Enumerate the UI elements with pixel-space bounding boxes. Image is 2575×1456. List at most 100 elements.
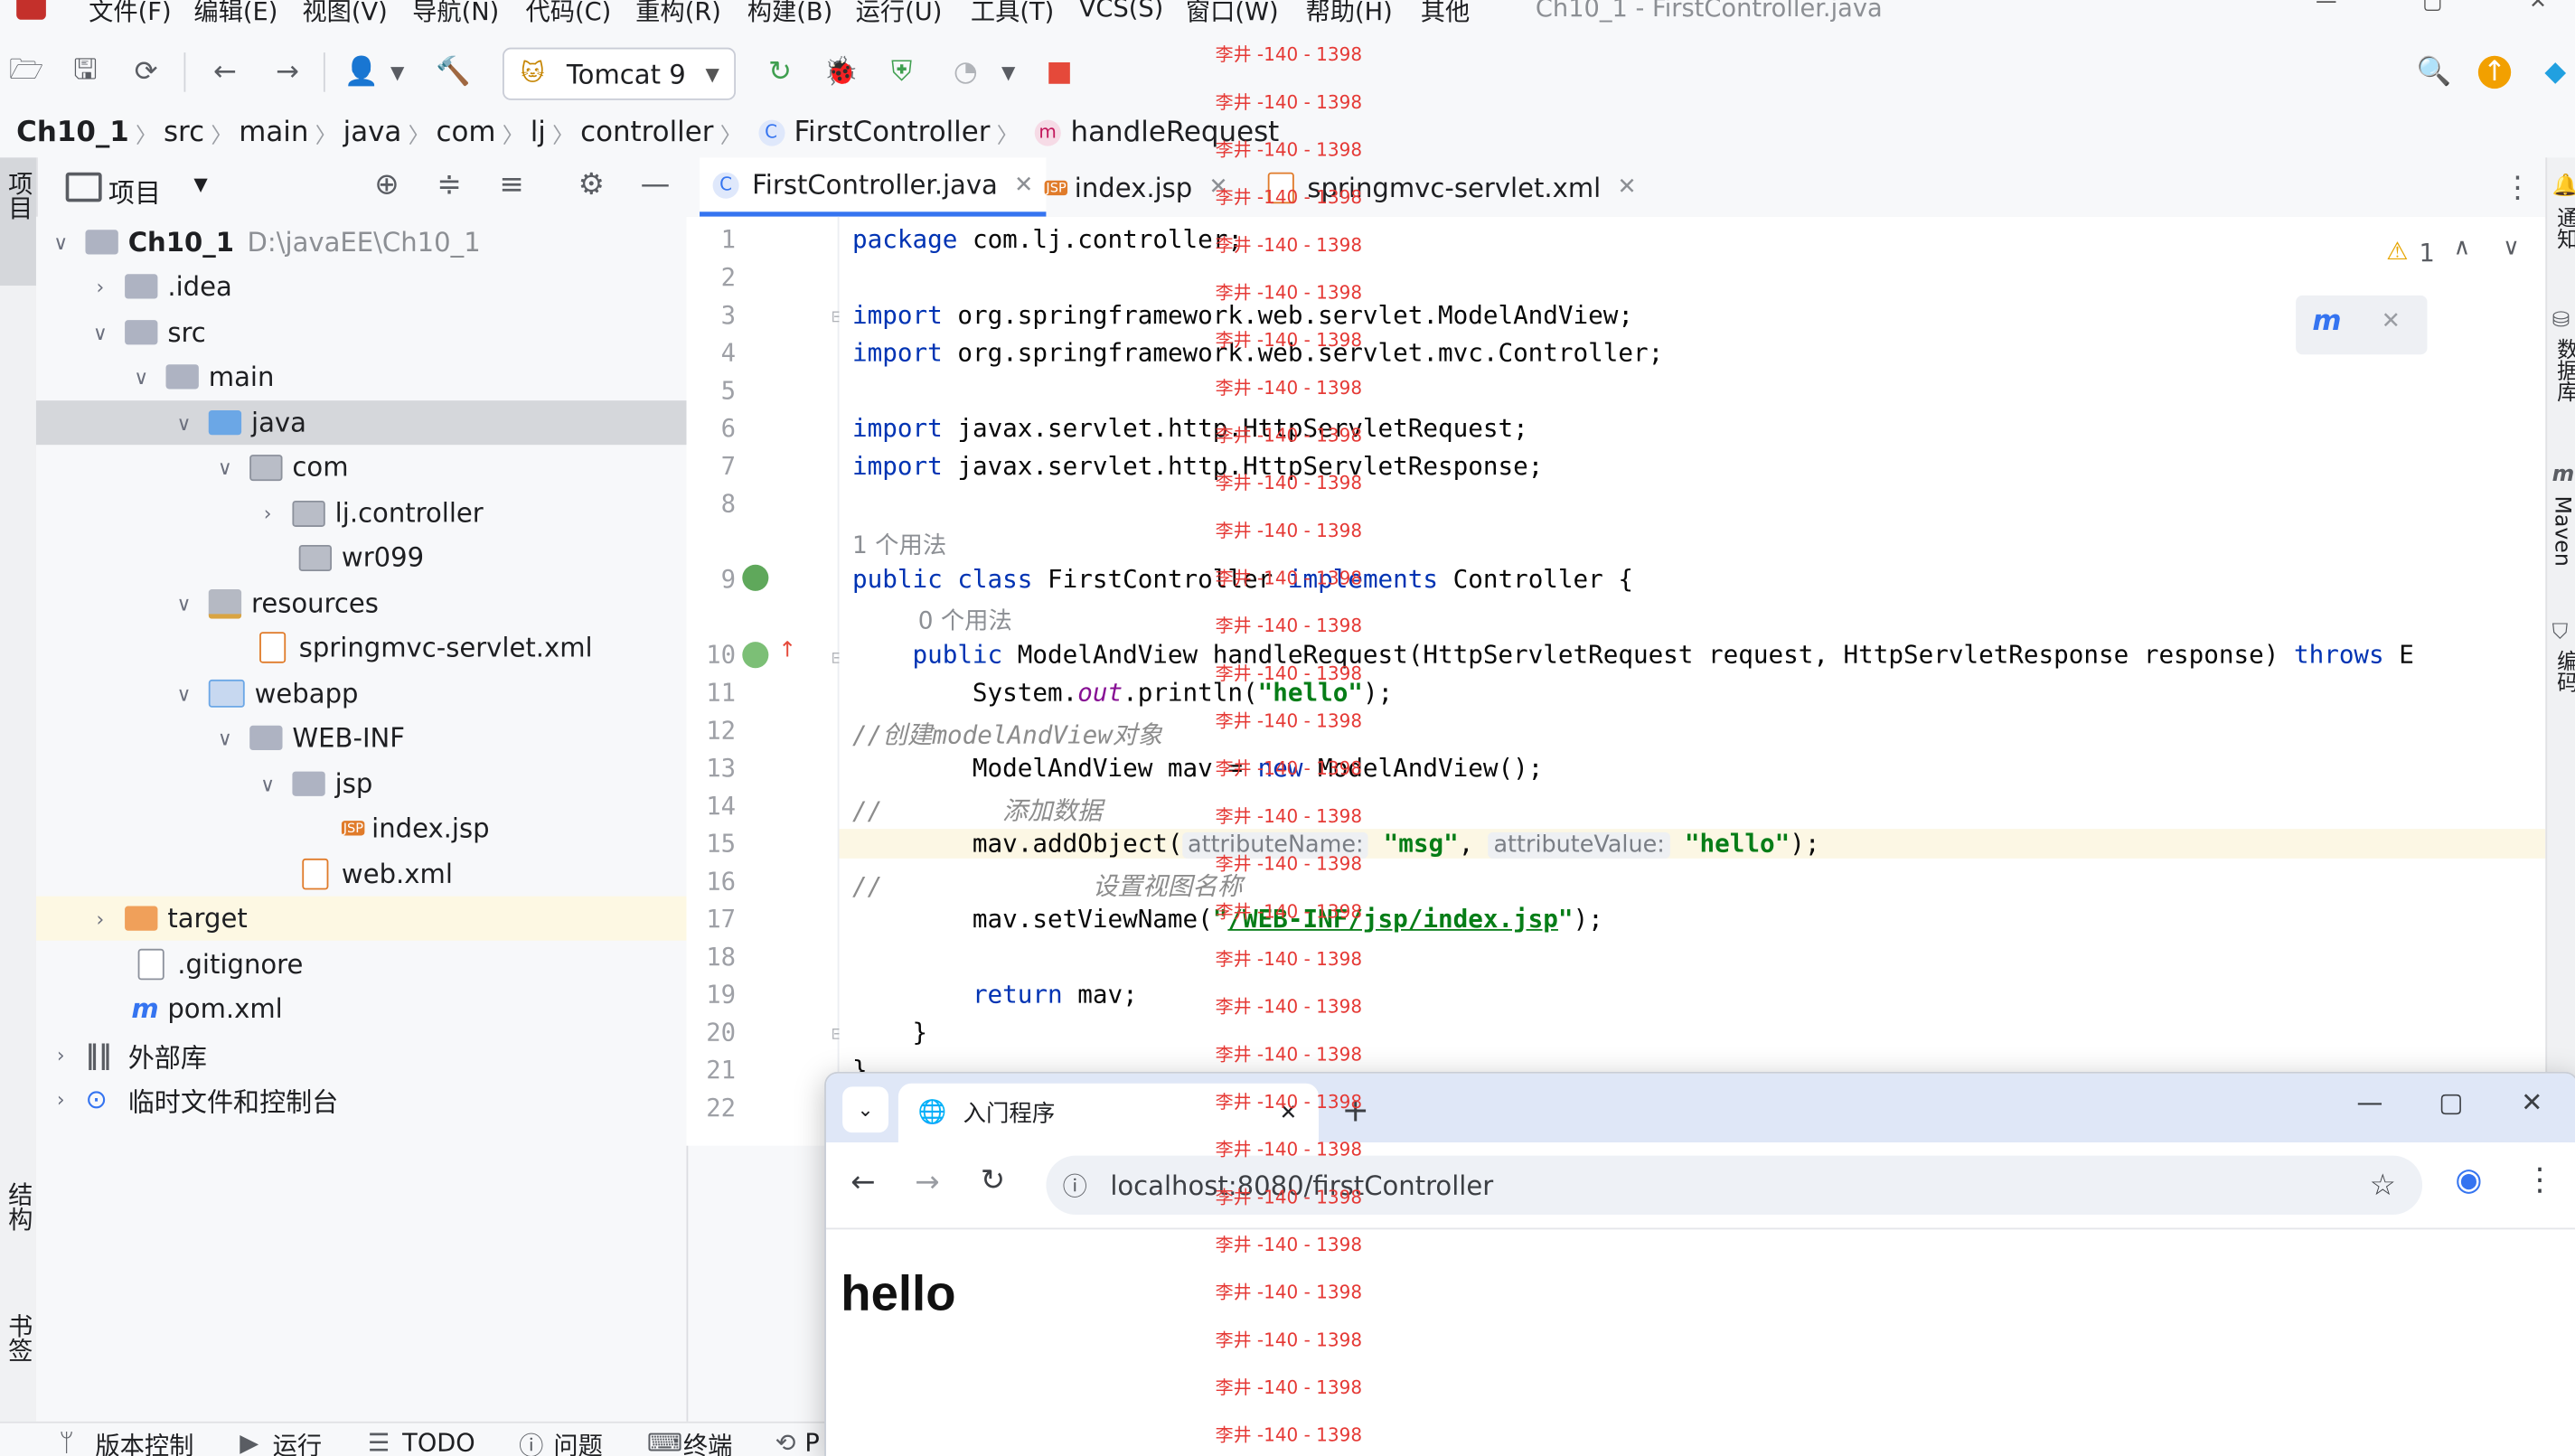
project-panel-title[interactable]: 项目 bbox=[108, 171, 161, 211]
chevron-down-icon[interactable]: ▼ bbox=[193, 174, 207, 196]
forward-arrow-icon[interactable]: → bbox=[271, 56, 304, 89]
tab-index-jsp[interactable]: JSP index.jsp ✕ bbox=[1044, 157, 1228, 216]
chevron-down-icon[interactable]: ∨ bbox=[50, 230, 72, 253]
warning-icon[interactable]: ⚠ bbox=[2386, 237, 2408, 267]
spring-bean-icon[interactable] bbox=[742, 564, 769, 591]
menu-build[interactable]: 构建(B) bbox=[747, 0, 832, 28]
ai-assistant-icon[interactable]: ◆ bbox=[2539, 56, 2571, 89]
build-hammer-icon[interactable]: 🔨 bbox=[436, 56, 470, 89]
run-config-selector[interactable]: 🐱 Tomcat 9 ▼ bbox=[503, 47, 737, 100]
locate-target-icon[interactable]: ⊕ bbox=[374, 167, 399, 202]
chevron-down-icon[interactable]: ∨ bbox=[256, 773, 278, 795]
chevron-down-icon[interactable]: ∨ bbox=[173, 682, 195, 705]
tree-item[interactable]: › ⊙ 临时文件和控制台 bbox=[36, 1076, 687, 1121]
next-highlight-icon[interactable]: ∨ bbox=[2503, 235, 2520, 261]
tree-item[interactable]: ∨ jsp bbox=[36, 762, 687, 806]
chevron-down-icon[interactable]: ∨ bbox=[173, 592, 195, 615]
chevron-right-icon[interactable]: › bbox=[50, 1087, 72, 1110]
chevron-right-icon[interactable]: › bbox=[89, 906, 111, 929]
breadcrumb-item[interactable]: main bbox=[239, 117, 308, 149]
tree-item[interactable]: › ‖‖ 外部库 bbox=[36, 1032, 687, 1076]
debug-bug-icon[interactable]: 🐞 bbox=[823, 56, 858, 89]
tree-item[interactable]: wr099 bbox=[36, 535, 687, 579]
tree-item[interactable]: web.xml bbox=[36, 852, 687, 897]
maximize-icon[interactable]: ▢ bbox=[2439, 1086, 2463, 1118]
tab-search-chevron-icon[interactable]: ⌄ bbox=[842, 1086, 888, 1133]
maven-reload-icon[interactable]: m bbox=[2312, 305, 2341, 338]
bookmarks-tool-button[interactable]: 书签 bbox=[4, 1313, 38, 1362]
profile-icon[interactable]: ◔ bbox=[949, 56, 982, 89]
tab-firstcontroller[interactable]: C FirstController.java ✕ bbox=[700, 157, 1047, 217]
sync-icon[interactable]: ⟳ bbox=[130, 56, 163, 89]
save-icon[interactable]: 🖫 bbox=[69, 53, 101, 89]
breadcrumb-item[interactable]: java bbox=[343, 117, 402, 149]
tree-item[interactable]: .gitignore bbox=[36, 942, 687, 986]
tree-item[interactable]: ∨ WEB-INF bbox=[36, 716, 687, 760]
breadcrumb-item[interactable]: src bbox=[164, 117, 204, 149]
rerun-icon[interactable]: ↻ bbox=[764, 56, 796, 89]
menu-file[interactable]: 文件(F) bbox=[89, 0, 171, 28]
forward-arrow-icon[interactable]: → bbox=[915, 1166, 939, 1200]
chevron-down-icon[interactable]: ∨ bbox=[89, 321, 111, 343]
profiler-tool-button[interactable]: P bbox=[804, 1428, 819, 1456]
profile-avatar-icon[interactable]: ◉ bbox=[2455, 1162, 2482, 1198]
menu-view[interactable]: 视图(V) bbox=[302, 0, 387, 28]
coverage-tool-button[interactable]: 编码 bbox=[2549, 650, 2575, 692]
back-arrow-icon[interactable]: ← bbox=[209, 56, 241, 89]
run-tool-button[interactable]: 运行 bbox=[273, 1428, 323, 1456]
bookmark-star-icon[interactable]: ☆ bbox=[2370, 1168, 2396, 1202]
terminal-tool-button[interactable]: 终端 bbox=[683, 1428, 733, 1456]
chevron-down-icon[interactable]: ▼ bbox=[991, 56, 1024, 89]
hide-panel-icon[interactable]: — bbox=[641, 167, 671, 202]
implements-method-icon[interactable]: ↑ bbox=[778, 639, 796, 663]
menu-refactor[interactable]: 重构(R) bbox=[635, 0, 721, 28]
chevron-down-icon[interactable]: ∨ bbox=[213, 727, 236, 749]
menu-help[interactable]: 帮助(H) bbox=[1306, 0, 1393, 28]
menu-code[interactable]: 代码(C) bbox=[525, 0, 611, 28]
gear-icon[interactable]: ⚙ bbox=[578, 167, 605, 202]
database-tool-button[interactable]: 数据库 bbox=[2549, 338, 2575, 402]
menu-navigate[interactable]: 导航(N) bbox=[412, 0, 499, 28]
update-icon[interactable]: ↑ bbox=[2477, 55, 2512, 89]
usage-hint[interactable]: 1 个用法 bbox=[852, 527, 946, 561]
more-options-icon[interactable]: ⋮ bbox=[2524, 1162, 2556, 1198]
reload-icon[interactable]: ↻ bbox=[981, 1164, 1005, 1198]
tree-item[interactable]: springmvc-servlet.xml bbox=[36, 625, 687, 670]
menu-edit[interactable]: 编辑(E) bbox=[193, 0, 277, 28]
todo-tool-button[interactable]: TODO bbox=[402, 1428, 475, 1456]
minimize-icon[interactable]: — bbox=[2356, 1086, 2382, 1118]
tree-item[interactable]: ∨ com bbox=[36, 445, 687, 489]
chevron-down-icon[interactable]: ∨ bbox=[173, 411, 195, 434]
chevron-down-icon[interactable]: ▼ bbox=[381, 56, 414, 89]
problems-tool-button[interactable]: 问题 bbox=[553, 1428, 603, 1456]
more-options-icon[interactable]: ⋮ bbox=[2503, 171, 2533, 205]
stop-icon[interactable]: ■ bbox=[1043, 56, 1076, 89]
tree-item[interactable]: › .idea bbox=[36, 264, 687, 308]
close-icon[interactable]: ✕ bbox=[1617, 174, 1636, 201]
code-editor[interactable]: package com.lj.controller; import org.sp… bbox=[839, 216, 2546, 1146]
chevron-right-icon[interactable]: › bbox=[50, 1043, 72, 1066]
vcs-tool-button[interactable]: 版本控制 bbox=[95, 1428, 193, 1456]
menu-window[interactable]: 窗口(W) bbox=[1186, 0, 1279, 28]
maven-tool-button[interactable]: Maven bbox=[2549, 495, 2573, 566]
menu-run[interactable]: 运行(U) bbox=[856, 0, 943, 28]
tree-item[interactable]: JSP index.jsp bbox=[36, 806, 687, 850]
tree-item[interactable]: › lj.controller bbox=[36, 491, 687, 535]
previous-highlight-icon[interactable]: ∧ bbox=[2454, 235, 2471, 261]
tree-item[interactable]: ∨ resources bbox=[36, 581, 687, 625]
coverage-icon[interactable]: ⛨ bbox=[885, 56, 917, 89]
back-arrow-icon[interactable]: ← bbox=[851, 1166, 875, 1200]
project-tool-button[interactable]: 项目 bbox=[0, 157, 36, 287]
breadcrumb-item[interactable]: com bbox=[437, 117, 496, 149]
close-window-icon[interactable]: ✕ bbox=[2521, 1086, 2542, 1118]
expand-all-icon[interactable]: ≑ bbox=[437, 167, 461, 202]
search-icon[interactable]: 🔍 bbox=[2417, 56, 2451, 89]
close-icon[interactable]: ✕ bbox=[2382, 308, 2401, 334]
collapse-all-icon[interactable]: ≡ bbox=[499, 167, 523, 202]
menu-tools[interactable]: 工具(T) bbox=[971, 0, 1054, 28]
close-icon[interactable]: ✕ bbox=[1014, 172, 1033, 198]
chevron-down-icon[interactable]: ∨ bbox=[130, 365, 153, 388]
tree-item[interactable]: m pom.xml bbox=[36, 987, 687, 1031]
tree-item[interactable]: › target bbox=[35, 896, 687, 941]
site-info-icon[interactable]: ⓘ bbox=[1063, 1168, 1087, 1202]
